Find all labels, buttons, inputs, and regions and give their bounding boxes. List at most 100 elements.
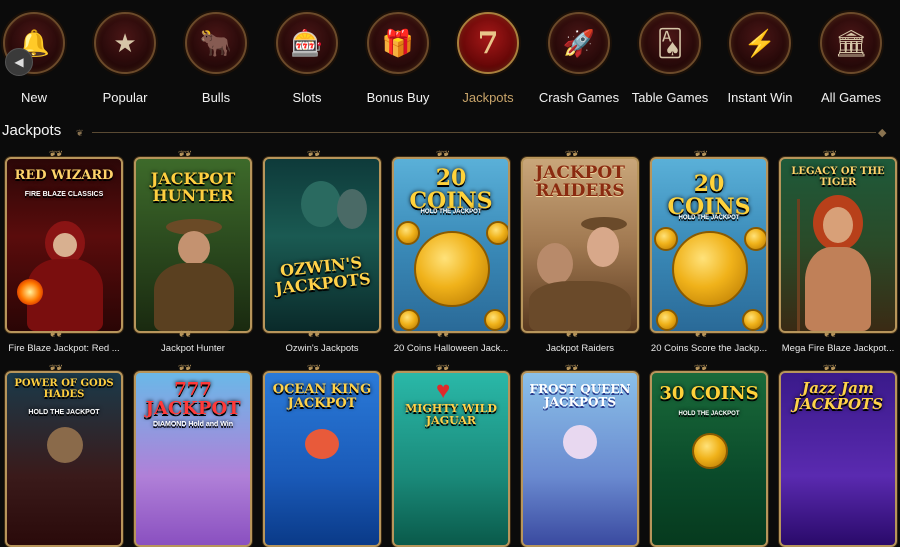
game-art-title: 20 COINS	[409, 165, 493, 215]
section-title: Jackpots	[2, 122, 62, 139]
category-table-games[interactable]: 🂡 Table Games	[627, 12, 713, 116]
category-label: Popular	[102, 90, 148, 105]
game-art-title: MIGHTY WILD JAGUAR	[405, 402, 497, 427]
game-name: Jackpot Hunter	[161, 343, 225, 354]
ornament-icon: ❦❦	[436, 329, 450, 339]
big-coin-icon	[672, 231, 748, 307]
fireball	[17, 279, 43, 305]
game-thumbnail: ♥ MIGHTY WILD JAGUAR	[392, 371, 510, 547]
category-label: All Games	[821, 90, 881, 105]
rocket-icon: 🚀	[548, 12, 610, 74]
divider	[92, 132, 876, 133]
coin-icon	[692, 433, 728, 469]
category-bulls[interactable]: 🐂 Bulls	[173, 12, 259, 116]
game-name: Jackpot Raiders	[545, 343, 615, 354]
coin-icon	[742, 309, 764, 331]
game-thumbnail: 777 JACKPOT DIAMOND Hold and Win	[134, 371, 252, 547]
spear	[797, 199, 800, 331]
raider-bodies	[529, 281, 631, 331]
game-thumbnail: FROST QUEEN JACKPOTS	[521, 371, 639, 547]
ornament-icon: ❦❦	[694, 329, 708, 339]
game-thumbnail: JACKPOT RAIDERS	[521, 157, 639, 333]
game-thumbnail: 30 COINS HOLD THE JACKPOT	[650, 371, 768, 547]
gift-icon: 🎁	[367, 12, 429, 74]
category-label: New	[20, 90, 47, 105]
coin-icon	[484, 309, 506, 331]
ornament-icon: ❦❦	[565, 329, 579, 339]
game-art-title: OZWIN'S JACKPOTS	[274, 252, 372, 298]
game-art-title: FROST QUEEN JACKPOTS	[529, 382, 631, 409]
game-name: Mega Fire Blaze Jackpot...	[781, 343, 895, 354]
hunter-jacket	[154, 263, 234, 331]
warrior-body	[805, 247, 871, 331]
owl-figure	[337, 189, 367, 229]
god-figure	[47, 427, 83, 463]
raider-face	[587, 227, 619, 267]
category-label: Bulls	[201, 90, 231, 105]
category-bar: 🔔 New ★ Popular 🐂 Bulls 🎰 Slots 🎁 Bonus …	[0, 0, 900, 118]
category-jackpots[interactable]: 7 Jackpots	[445, 12, 531, 116]
queen-figure	[563, 425, 597, 459]
lightning-icon: ⚡	[729, 12, 791, 74]
coin-icon	[398, 309, 420, 331]
category-instant-win[interactable]: ⚡ Instant Win	[717, 12, 803, 116]
game-art-title: 30 COINS	[659, 383, 759, 404]
ornament-icon: ❦❦	[307, 329, 321, 339]
star-icon: ★	[94, 12, 156, 74]
game-name: Ozwin's Jackpots	[285, 343, 359, 354]
coin-icon	[396, 221, 420, 245]
game-name: 20 Coins Score the Jackp...	[650, 343, 768, 354]
coin-icon	[486, 221, 508, 245]
game-art-title: JACKPOT HUNTER	[150, 169, 236, 205]
chevron-left-icon: ◀	[14, 55, 24, 69]
category-bonus-buy[interactable]: 🎁 Bonus Buy	[355, 12, 441, 116]
game-art-subtitle: HOLD THE JACKPOT	[420, 209, 482, 215]
coin-icon	[744, 227, 766, 251]
scroll-left-button[interactable]: ◀	[5, 48, 33, 76]
game-name: 20 Coins Halloween Jack...	[393, 343, 509, 354]
category-crash-games[interactable]: 🚀 Crash Games	[536, 12, 622, 116]
game-thumbnail: JACKPOT HUNTER	[134, 157, 252, 333]
slot-machine-icon: 🎰	[276, 12, 338, 74]
game-art-title: JACKPOT RAIDERS	[535, 163, 625, 201]
section-header: Jackpots ❦ ◆	[0, 122, 900, 142]
fish-figure	[305, 429, 339, 459]
game-art-subtitle: HOLD THE JACKPOT	[28, 409, 100, 416]
wizard-figure	[301, 181, 341, 227]
game-art-subtitle: HOLD THE JACKPOT	[678, 411, 740, 417]
game-art-title: OCEAN KING JACKPOT	[272, 382, 372, 411]
category-label: Table Games	[631, 90, 709, 105]
ornament-icon: ❦❦	[178, 329, 192, 339]
game-thumbnail: OZWIN'S JACKPOTS	[263, 157, 381, 333]
game-thumbnail: Jazz Jam JACKPOTS	[779, 371, 897, 547]
ornament-end-icon: ◆	[878, 127, 887, 139]
big-coin-icon	[414, 231, 490, 307]
category-slots[interactable]: 🎰 Slots	[264, 12, 350, 116]
category-label: Crash Games	[538, 90, 620, 105]
game-name: Fire Blaze Jackpot: Red ...	[8, 343, 120, 354]
category-popular[interactable]: ★ Popular	[82, 12, 168, 116]
game-art-subtitle: DIAMOND Hold and Win	[152, 421, 234, 428]
game-thumbnail: 20 COINS HOLD THE JACKPOT	[392, 157, 510, 333]
game-art-title: RED WIZARD	[14, 168, 114, 183]
game-art-title: Jazz Jam JACKPOTS	[792, 379, 884, 413]
category-label: Slots	[292, 90, 322, 105]
raider-face	[537, 243, 573, 285]
game-art-title: 20 COINS	[667, 171, 751, 221]
game-art-subtitle: FIRE BLAZE CLASSICS	[24, 191, 104, 198]
category-label: Bonus Buy	[366, 90, 430, 105]
warrior-face	[823, 207, 853, 243]
wizard-face	[53, 233, 77, 257]
category-all-games[interactable]: 🏛 All Games	[808, 12, 894, 116]
colosseum-icon: 🏛	[820, 12, 882, 74]
hunter-face	[178, 231, 210, 265]
game-thumbnail: OCEAN KING JACKPOT	[263, 371, 381, 547]
ornament-icon: ❦❦	[823, 329, 837, 339]
coin-icon	[656, 309, 678, 331]
category-label: Instant Win	[727, 90, 793, 105]
game-thumbnail: POWER OF GODS HADES HOLD THE JACKPOT	[5, 371, 123, 547]
category-label: Jackpots	[462, 90, 514, 105]
game-art-subtitle: HOLD THE JACKPOT	[678, 215, 740, 221]
heart-icon: ♥	[436, 377, 451, 404]
game-art-title: POWER OF GODS HADES	[14, 378, 114, 400]
